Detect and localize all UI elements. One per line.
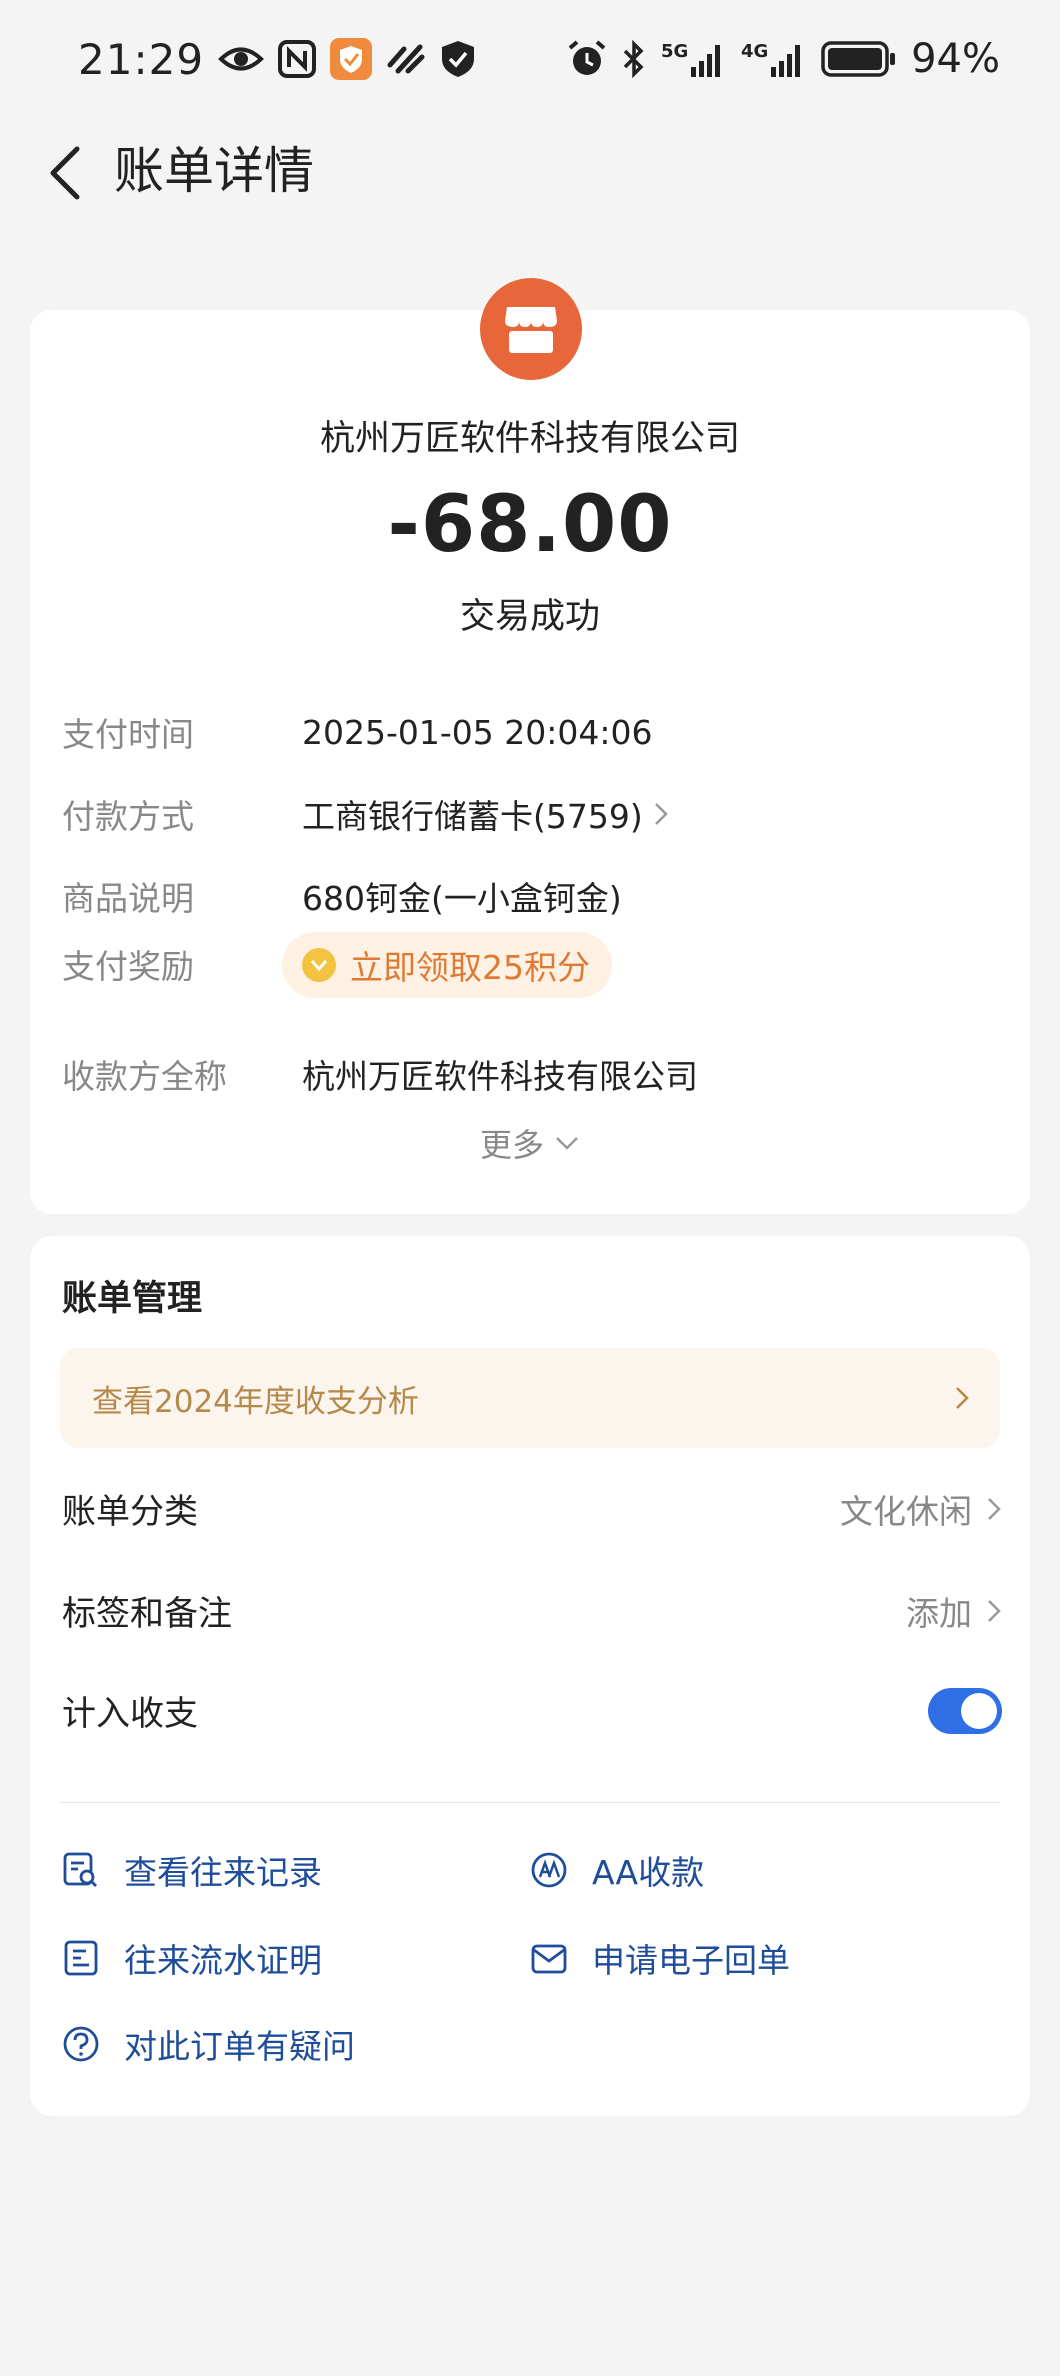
view-records-label: 查看往来记录 [124, 1853, 322, 1892]
coin-icon [302, 948, 336, 982]
info-value: 680钶金(一小盒钶金) [302, 879, 622, 918]
aa-collect-label: AA收款 [592, 1853, 705, 1892]
tags-label: 标签和备注 [62, 1594, 232, 1634]
question-icon [62, 2025, 100, 2063]
signal-4g-icon: 4G [741, 39, 807, 79]
info-row-payment-method[interactable]: 付款方式 工商银行储蓄卡(5759) [62, 790, 1002, 838]
category-row[interactable]: 账单分类 文化休闲 [62, 1484, 1002, 1533]
statement-proof-action[interactable]: 往来流水证明 [62, 1934, 322, 1982]
info-value: 2025-01-05 20:04:06 [302, 712, 653, 752]
info-label: 商品说明 [62, 879, 194, 918]
count-income-row: 计入收支 [62, 1686, 1002, 1735]
claim-points-button[interactable]: 立即领取25积分 [282, 932, 612, 998]
info-row-pay-time: 支付时间 2025-01-05 20:04:06 [62, 708, 1002, 756]
transaction-status: 交易成功 [459, 597, 600, 637]
info-row-payee: 收款方全称 杭州万匠软件科技有限公司 [62, 1050, 1002, 1098]
signal-5g-icon: 5G [661, 39, 727, 79]
svg-text:4G: 4G [741, 41, 768, 62]
divider [60, 1802, 1000, 1803]
back-button[interactable] [30, 138, 100, 208]
info-label: 支付奖励 [62, 947, 194, 986]
section-title: 账单管理 [62, 1279, 203, 1319]
more-label: 更多 [479, 1126, 544, 1164]
bill-management-card: 账单管理 查看2024年度收支分析 账单分类 文化休闲 标签和备注 添加 计入收… [30, 1236, 1030, 2116]
info-value: 杭州万匠软件科技有限公司 [302, 1057, 698, 1096]
status-bar: 21:29 5G 4G 94% [0, 0, 1060, 118]
aa-icon [530, 1851, 568, 1889]
svg-text:5G: 5G [661, 41, 688, 62]
claim-points-label: 立即领取25积分 [350, 948, 590, 987]
pay-icon [386, 41, 426, 77]
chevron-right-icon [988, 1497, 1001, 1520]
category-label: 账单分类 [62, 1492, 198, 1532]
mail-icon [530, 1939, 568, 1977]
count-income-label: 计入收支 [62, 1694, 198, 1734]
order-question-action[interactable]: 对此订单有疑问 [62, 2020, 355, 2068]
chevron-right-icon [653, 801, 669, 827]
info-label: 收款方全称 [62, 1057, 227, 1096]
category-text: 文化休闲 [840, 1491, 972, 1531]
payment-method-text: 工商银行储蓄卡(5759) [302, 797, 643, 836]
count-income-toggle[interactable] [928, 1687, 1002, 1734]
chevron-right-icon [988, 1599, 1001, 1622]
view-records-action[interactable]: 查看往来记录 [62, 1846, 322, 1894]
nfc-icon [278, 40, 317, 78]
annual-analysis-banner[interactable]: 查看2024年度收支分析 [60, 1348, 1000, 1448]
record-search-icon [62, 1851, 100, 1889]
statement-icon [62, 1939, 100, 1977]
tags-add-text: 添加 [906, 1593, 972, 1633]
aa-collect-action[interactable]: AA收款 [530, 1846, 704, 1894]
status-left: 21:29 [78, 35, 476, 84]
category-value[interactable]: 文化休闲 [840, 1485, 1002, 1533]
e-receipt-label: 申请电子回单 [592, 1941, 790, 1980]
status-time: 21:29 [78, 34, 205, 84]
alarm-icon [567, 39, 607, 79]
annual-analysis-label: 查看2024年度收支分析 [92, 1383, 419, 1420]
statement-proof-label: 往来流水证明 [124, 1941, 322, 1980]
chevron-down-icon [556, 1137, 578, 1150]
page-title: 账单详情 [114, 142, 314, 200]
toggle-knob [961, 1692, 997, 1729]
tags-notes-row[interactable]: 标签和备注 添加 [62, 1586, 1002, 1635]
e-receipt-action[interactable]: 申请电子回单 [530, 1934, 790, 1982]
bill-summary-card: 杭州万匠软件科技有限公司 -68.00 交易成功 支付时间 2025-01-05… [30, 310, 1030, 1214]
battery-icon [821, 40, 897, 78]
bluetooth-icon [621, 39, 647, 79]
more-button[interactable]: 更多 [30, 1120, 1030, 1166]
info-label: 付款方式 [62, 797, 194, 836]
security-shield-icon [440, 39, 476, 79]
merchant-name: 杭州万匠软件科技有限公司 [319, 419, 740, 459]
info-row-reward: 支付奖励 立即领取25积分 [62, 932, 1002, 998]
chevron-left-icon [50, 146, 80, 200]
info-row-product: 商品说明 680钶金(一小盒钶金) [62, 872, 1002, 920]
bill-amount: -68.00 [387, 480, 673, 570]
chevron-right-icon [956, 1387, 969, 1409]
payment-method-value[interactable]: 工商银行储蓄卡(5759) [302, 790, 669, 838]
tags-add-button[interactable]: 添加 [906, 1587, 1002, 1635]
eye-icon [218, 42, 264, 76]
info-label: 支付时间 [62, 715, 194, 754]
order-question-label: 对此订单有疑问 [124, 2027, 355, 2066]
battery-percent: 94% [911, 36, 1000, 82]
header: 账单详情 [0, 118, 1060, 224]
status-right: 5G 4G 94% [567, 36, 1000, 82]
app-shield-icon [330, 38, 373, 80]
merchant-store-icon [480, 278, 582, 380]
